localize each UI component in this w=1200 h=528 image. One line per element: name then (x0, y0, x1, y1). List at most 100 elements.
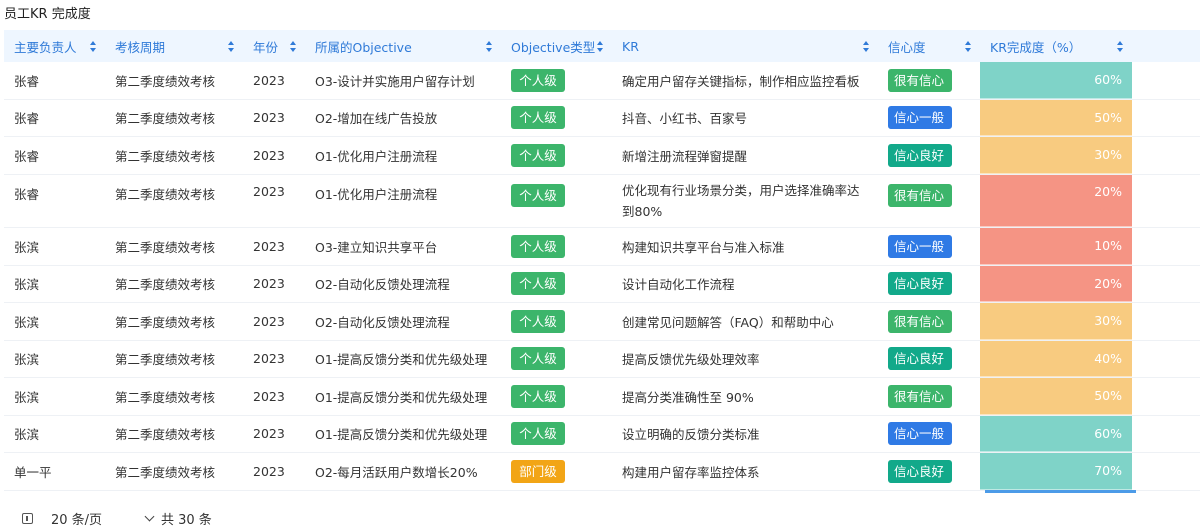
period-cell: 第二季度绩效考核 (115, 148, 216, 164)
filler-cell (1132, 341, 1200, 378)
objective-type-badge: 个人级 (511, 68, 565, 92)
header-confidence[interactable]: 信心度 (878, 30, 980, 62)
kr-cell: 创建常见问题解答（FAQ）和帮助中心 (622, 314, 834, 330)
header-period[interactable]: 考核周期 (105, 30, 243, 62)
kr-table: 主要负责人 考核周期 年份 所属的Objective Objective类型 K… (4, 30, 1200, 491)
year-cell: 2023 (253, 276, 285, 292)
table-row[interactable]: 单一平 第二季度绩效考核 2023 O2-每月活跃用户数增长20% 部门级 构建用户留存率… (4, 453, 1200, 491)
objective-type-cell: 个人级 (501, 303, 612, 340)
objective-cell: O2-自动化反馈处理流程 (315, 314, 450, 330)
confidence-cell: 信心良好 (878, 137, 980, 174)
year-cell: 2023 (253, 388, 285, 404)
objective-type-cell: 个人级 (501, 416, 612, 453)
table-row[interactable]: 张滨 第二季度绩效考核 2023 O1-提高反馈分类和优先级处理 个人级 提高分类准确性至… (4, 378, 1200, 416)
owner-cell: 张滨 (14, 277, 40, 293)
table-row[interactable]: 张睿 第二季度绩效考核 2023 O1-优化用户注册流程 个人级 优化现有行业场景分类，用… (4, 174, 1200, 228)
objective-cell: O2-增加在线广告投放 (315, 111, 438, 127)
confidence-cell: 信心良好 (878, 266, 980, 303)
year-cell: 2023 (253, 147, 285, 163)
owner-cell: 单一平 (14, 464, 52, 480)
filler-cell (1132, 453, 1200, 490)
confidence-cell: 信心良好 (878, 453, 980, 490)
sort-icon[interactable] (863, 40, 870, 52)
horizontal-scrollbar[interactable] (985, 490, 1136, 493)
header-label: KR (622, 38, 639, 54)
confidence-badge: 信心一般 (888, 106, 952, 130)
kr-completion-cell: 50% (980, 99, 1132, 136)
header-year[interactable]: 年份 (243, 30, 305, 62)
filler-cell (1132, 62, 1200, 99)
header-objective-type[interactable]: Objective类型 (501, 30, 612, 62)
year-cell: 2023 (253, 72, 285, 88)
table-header: 主要负责人 考核周期 年份 所属的Objective Objective类型 K… (4, 30, 1200, 62)
objective-cell: O1-优化用户注册流程 (315, 186, 438, 202)
pagination-icon[interactable] (22, 513, 33, 524)
objective-type-cell: 个人级 (501, 228, 612, 265)
confidence-cell: 信心一般 (878, 100, 980, 137)
kr-completion-cell: 50% (980, 378, 1132, 415)
period-cell: 第二季度绩效考核 (115, 464, 216, 480)
kr-cell: 提高反馈优先级处理效率 (622, 352, 760, 368)
confidence-badge: 信心良好 (888, 272, 952, 296)
kr-completion-cell: 40% (980, 340, 1132, 377)
filler-cell (1132, 137, 1200, 174)
sort-icon[interactable] (1117, 40, 1124, 52)
sort-icon[interactable] (597, 40, 604, 52)
kr-cell: 构建知识共享平台与准入标准 (622, 239, 785, 255)
filler-cell (1132, 228, 1200, 265)
table-row[interactable]: 张滨 第二季度绩效考核 2023 O1-提高反馈分类和优先级处理 个人级 提高反馈优先级处… (4, 340, 1200, 378)
header-kr-completion[interactable]: KR完成度（%） (980, 30, 1132, 62)
sort-icon[interactable] (290, 40, 297, 52)
sort-icon[interactable] (486, 40, 493, 52)
filler-cell (1132, 266, 1200, 303)
header-label: 考核周期 (115, 39, 166, 55)
sort-icon[interactable] (90, 40, 97, 52)
year-cell: 2023 (253, 463, 285, 479)
owner-cell: 张滨 (14, 239, 40, 255)
owner-cell: 张滨 (14, 389, 40, 405)
kr-completion-cell: 60% (980, 415, 1132, 452)
table-row[interactable]: 张滨 第二季度绩效考核 2023 O1-提高反馈分类和优先级处理 个人级 设立明确的反馈分… (4, 415, 1200, 453)
sort-icon[interactable] (228, 40, 235, 52)
kr-completion-cell: 30% (980, 303, 1132, 340)
table-row[interactable]: 张睿 第二季度绩效考核 2023 O1-优化用户注册流程 个人级 新增注册流程弹窗提醒 信心… (4, 137, 1200, 175)
table-row[interactable]: 张睿 第二季度绩效考核 2023 O3-设计并实施用户留存计划 个人级 确定用户留存关键指… (4, 62, 1200, 100)
objective-type-badge: 个人级 (511, 309, 565, 333)
pagination: 20 条/页 共 30 条 (22, 509, 212, 528)
table-body: 张睿 第二季度绩效考核 2023 O3-设计并实施用户留存计划 个人级 确定用户留存关键指… (4, 62, 1200, 491)
objective-type-cell: 个人级 (501, 266, 612, 303)
chevron-down-icon (144, 511, 155, 522)
confidence-badge: 很有信心 (888, 309, 952, 333)
objective-cell: O2-每月活跃用户数增长20% (315, 464, 478, 480)
owner-cell: 张睿 (14, 111, 40, 127)
sort-icon[interactable] (965, 40, 972, 52)
objective-type-badge: 个人级 (511, 234, 565, 258)
period-cell: 第二季度绩效考核 (115, 186, 216, 202)
objective-type-cell: 个人级 (501, 341, 612, 378)
table-row[interactable]: 张滨 第二季度绩效考核 2023 O3-建立知识共享平台 个人级 构建知识共享平台与准入标… (4, 228, 1200, 266)
period-cell: 第二季度绩效考核 (115, 427, 216, 443)
filler-cell (1132, 416, 1200, 453)
kr-cell: 设立明确的反馈分类标准 (622, 427, 760, 443)
objective-type-badge: 个人级 (511, 183, 565, 207)
header-kr[interactable]: KR (612, 30, 878, 62)
objective-cell: O1-提高反馈分类和优先级处理 (315, 352, 488, 368)
filler-cell (1132, 175, 1200, 228)
confidence-badge: 信心一般 (888, 422, 952, 446)
year-cell: 2023 (253, 313, 285, 329)
table-row[interactable]: 张滨 第二季度绩效考核 2023 O2-自动化反馈处理流程 个人级 设计自动化工作流程 信心… (4, 265, 1200, 303)
period-cell: 第二季度绩效考核 (115, 111, 216, 127)
owner-cell: 张睿 (14, 148, 40, 164)
header-objective[interactable]: 所属的Objective (305, 30, 501, 62)
year-cell: 2023 (253, 110, 285, 126)
table-row[interactable]: 张滨 第二季度绩效考核 2023 O2-自动化反馈处理流程 个人级 创建常见问题解答（FA… (4, 303, 1200, 341)
header-label: Objective类型 (511, 39, 596, 55)
page-size-select[interactable]: 20 条/页 (51, 509, 161, 528)
period-cell: 第二季度绩效考核 (115, 277, 216, 293)
objective-type-cell: 个人级 (501, 175, 612, 228)
kr-completion-cell: 60% (980, 62, 1132, 99)
table-row[interactable]: 张睿 第二季度绩效考核 2023 O2-增加在线广告投放 个人级 抖音、小红书、百家号 信心… (4, 99, 1200, 137)
header-owner[interactable]: 主要负责人 (4, 30, 105, 62)
objective-cell: O3-建立知识共享平台 (315, 239, 438, 255)
owner-cell: 张滨 (14, 427, 40, 443)
